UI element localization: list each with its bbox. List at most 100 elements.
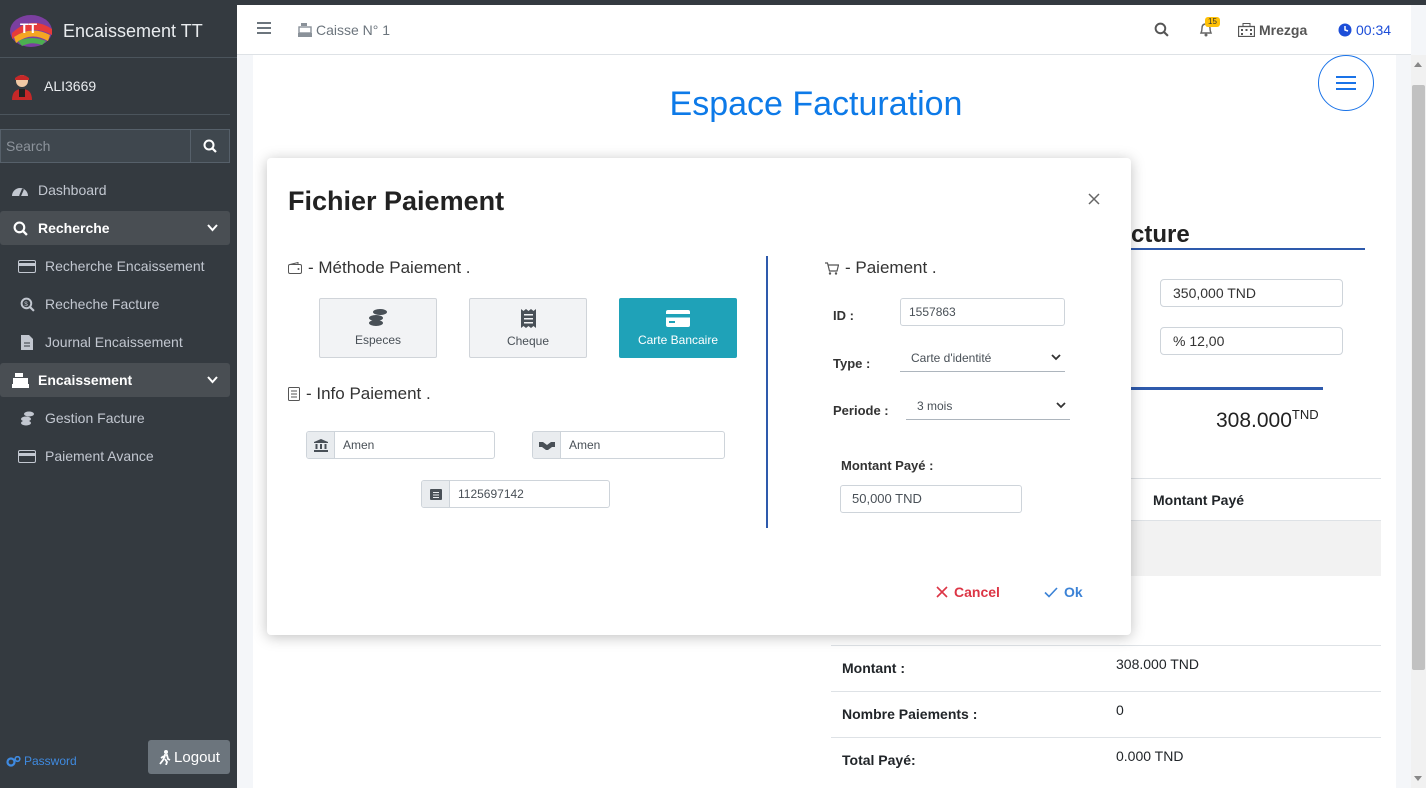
search-dollar-icon: $ — [20, 297, 35, 312]
cancel-label: Cancel — [954, 584, 1000, 600]
type-select-value: Carte d'identité — [911, 351, 992, 365]
sidebar-search-button[interactable] — [190, 129, 230, 163]
table-row — [1131, 521, 1381, 576]
list-alt-icon — [429, 488, 442, 500]
coins-icon — [369, 309, 387, 326]
username: ALI3669 — [44, 78, 97, 94]
agency-value: Amen — [569, 438, 601, 452]
clock-time: 00:34 — [1356, 22, 1392, 38]
info-title-text: - Info Paiement . — [306, 384, 431, 403]
periode-label: Periode : — [833, 403, 889, 418]
sidebar-item-recheche-facture[interactable]: $ Recheche Facture — [0, 285, 230, 323]
menu-toggle-icon[interactable] — [257, 22, 271, 34]
scrollbar-thumb[interactable] — [1412, 85, 1425, 670]
id-input[interactable]: 1557863 — [900, 298, 1065, 326]
method-especes-button[interactable]: Especes — [319, 298, 437, 358]
method-label: Cheque — [506, 333, 550, 348]
ok-button[interactable]: Ok — [1044, 584, 1083, 600]
summary-key: Montant : — [842, 660, 905, 676]
sidebar-item-label: Recheche Facture — [45, 296, 160, 312]
summary-key: Nombre Paiements : — [842, 706, 978, 722]
summary-row-nombre-paiements: Nombre Paiements : 0 — [831, 691, 1381, 737]
bank-field[interactable]: Amen — [306, 431, 495, 459]
account-field[interactable]: 1125697142 — [421, 480, 610, 508]
running-person-icon — [159, 749, 171, 765]
caisse-indicator: Caisse N° 1 — [298, 22, 390, 38]
sidebar-item-dashboard[interactable]: Dashboard — [0, 171, 230, 209]
method-carte-bancaire-button[interactable]: Carte Bancaire — [619, 298, 737, 358]
sidebar-item-label: Recherche — [38, 220, 110, 236]
total-amount: 308.000TND — [1216, 407, 1319, 433]
cash-register-icon — [11, 372, 29, 388]
sidebar-item-label: Journal Encaissement — [45, 334, 183, 350]
percent-input[interactable]: % 12,00 — [1160, 327, 1343, 355]
password-link[interactable]: Password — [6, 754, 77, 768]
sidebar-item-recherche[interactable]: Recherche — [0, 211, 230, 245]
paiement-section-title: - Paiement . — [825, 258, 937, 278]
sidebar-search-input[interactable] — [0, 129, 190, 163]
total-unit: TND — [1291, 407, 1319, 422]
summary-value: 308.000 TND — [1116, 656, 1200, 672]
close-icon[interactable] — [1088, 193, 1100, 205]
section-heading-underline — [1131, 248, 1365, 250]
section-heading: cture — [1131, 221, 1190, 248]
montant-paye-label: Montant Payé : — [841, 458, 934, 473]
site-indicator[interactable]: Mrezga — [1238, 22, 1307, 38]
gears-icon — [6, 755, 21, 767]
site-label: Mrezga — [1259, 22, 1308, 38]
sidebar-item-recherche-encaissement[interactable]: Recherche Encaissement — [0, 247, 230, 285]
chevron-down-icon — [1056, 402, 1066, 409]
payment-modal: Fichier Paiement - Méthode Paiement . Es… — [267, 158, 1131, 635]
logout-label: Logout — [174, 748, 220, 766]
page-title: Espace Facturation — [669, 85, 963, 123]
type-label: Type : — [833, 356, 871, 371]
montant-paye-input[interactable]: 50,000 TND — [840, 485, 1022, 513]
bank-icon — [313, 438, 328, 452]
user-panel[interactable]: ALI3669 — [0, 58, 230, 115]
cash-register-icon — [298, 23, 312, 37]
periode-select-value: 3 mois — [917, 399, 953, 413]
search-icon — [13, 221, 28, 236]
search-icon[interactable] — [1154, 22, 1169, 37]
list-alt-icon — [288, 387, 300, 401]
check-icon — [1044, 586, 1058, 598]
building-icon — [1238, 23, 1255, 37]
amount-input[interactable]: 350,000 TND — [1160, 279, 1343, 307]
sidebar-item-journal-encaissement[interactable]: Journal Encaissement — [0, 323, 230, 361]
credit-card-icon — [18, 259, 36, 273]
scroll-down-arrow-icon[interactable] — [1414, 776, 1422, 781]
periode-select[interactable]: 3 mois — [906, 394, 1070, 420]
methode-title-text: - Méthode Paiement . — [308, 258, 471, 277]
clock-indicator: 00:34 — [1338, 22, 1391, 38]
info-section-title: - Info Paiement . — [288, 384, 431, 404]
clock-icon — [1338, 23, 1352, 37]
svg-text:$: $ — [24, 301, 28, 308]
sidebar-item-paiement-avance[interactable]: Paiement Avance — [0, 437, 230, 475]
scroll-up-arrow-icon[interactable] — [1414, 62, 1422, 67]
agency-field[interactable]: Amen — [532, 431, 725, 459]
summary-key: Total Payé: — [842, 752, 916, 768]
id-label: ID : — [833, 308, 854, 323]
brand[interactable]: TT Encaissement TT — [0, 5, 237, 58]
sidebar-footer: Password Logout — [0, 734, 237, 788]
logout-button[interactable]: Logout — [148, 740, 230, 774]
payments-table-header: Montant Payé — [1131, 478, 1381, 521]
method-label: Carte Bancaire — [637, 332, 719, 347]
cancel-button[interactable]: Cancel — [936, 584, 1000, 600]
sidebar-item-label: Dashboard — [38, 182, 107, 198]
sidebar-item-label: Paiement Avance — [45, 448, 154, 464]
method-label: Especes — [354, 333, 402, 347]
method-cheque-button[interactable]: Cheque — [469, 298, 587, 358]
sidebar-item-encaissement[interactable]: Encaissement — [0, 363, 230, 397]
user-avatar-icon — [12, 75, 32, 100]
floating-menu-button[interactable] — [1318, 55, 1374, 111]
sidebar-item-gestion-facture[interactable]: Gestion Facture — [0, 399, 230, 437]
caisse-label: Caisse N° 1 — [316, 22, 391, 38]
tt-logo-icon: TT — [10, 15, 52, 47]
type-select[interactable]: Carte d'identité — [900, 346, 1065, 372]
column-header-montant-paye: Montant Payé — [1153, 492, 1245, 508]
credit-card-icon — [666, 309, 690, 327]
svg-text:TT: TT — [20, 20, 38, 36]
app-title: Encaissement TT — [63, 20, 203, 41]
sidebar-item-label: Recherche Encaissement — [45, 258, 205, 274]
